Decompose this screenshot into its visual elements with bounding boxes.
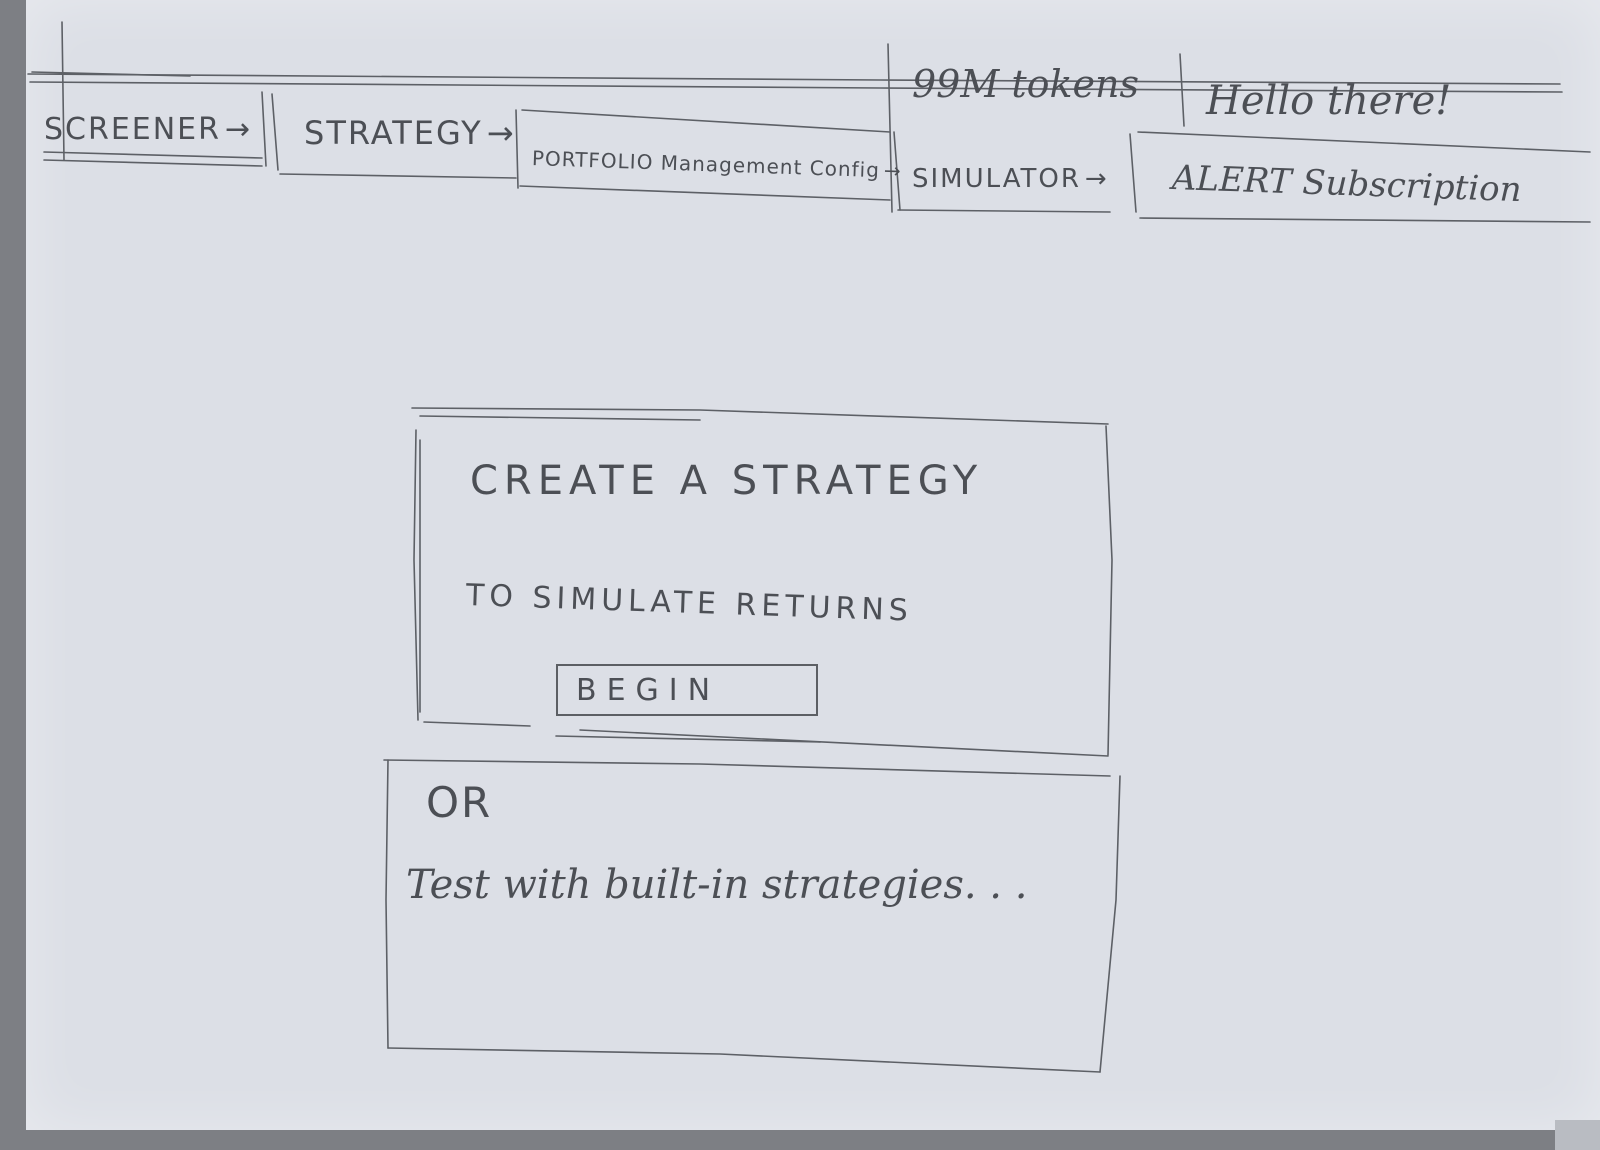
create-strategy-title: CREATE A STRATEGY — [470, 458, 984, 504]
arrow-right-icon: → — [883, 158, 903, 183]
builtin-strategies-card — [386, 760, 1118, 1070]
tab-screener[interactable]: SCREENER → — [44, 112, 252, 147]
or-label: OR — [426, 778, 493, 827]
arrow-right-icon: → — [1084, 164, 1109, 194]
arrow-right-icon: → — [486, 114, 516, 152]
builtin-strategies-link[interactable]: Test with built-in strategies. . . — [406, 862, 1027, 908]
tab-screener-label: SCREENER — [44, 112, 221, 147]
greeting-text: Hello there! — [1206, 78, 1452, 124]
arrow-right-icon: → — [225, 112, 253, 147]
tab-simulator[interactable]: SIMULATOR → — [912, 164, 1109, 194]
begin-button[interactable]: BEGIN — [556, 664, 818, 716]
table-surface — [1555, 1120, 1600, 1150]
tab-strategy[interactable]: STRATEGY → — [304, 114, 516, 152]
tab-strategy-label: STRATEGY — [304, 114, 483, 152]
token-balance: 99M tokens — [912, 62, 1139, 106]
tab-simulator-label: SIMULATOR — [912, 164, 1081, 194]
